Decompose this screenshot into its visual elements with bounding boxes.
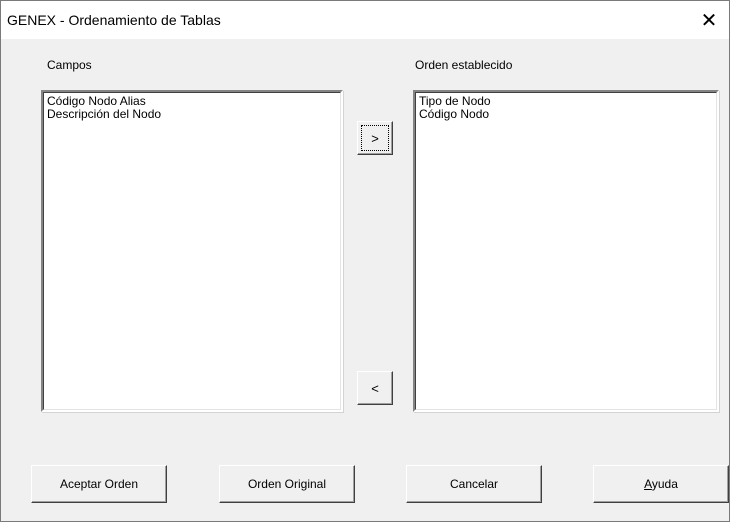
fields-label: Campos <box>47 58 92 72</box>
add-field-button[interactable]: > <box>357 121 393 155</box>
order-listbox[interactable]: Tipo de Nodo Código Nodo <box>413 90 719 412</box>
accept-order-button[interactable]: Aceptar Orden <box>31 465 167 503</box>
original-order-button[interactable]: Orden Original <box>219 465 355 503</box>
help-label-rest: yuda <box>651 477 678 491</box>
close-icon: ✕ <box>700 9 718 32</box>
order-label: Orden establecido <box>415 58 513 72</box>
window-title: GENEX - Ordenamiento de Tablas <box>7 12 221 28</box>
title-bar: GENEX - Ordenamiento de Tablas ✕ <box>1 1 729 39</box>
list-item[interactable]: Código Nodo <box>418 108 714 121</box>
remove-field-button[interactable]: < <box>357 371 393 405</box>
original-order-label: Orden Original <box>247 477 327 491</box>
help-button[interactable]: Ayuda <box>593 465 729 503</box>
accept-order-label: Aceptar Orden <box>59 477 139 491</box>
chevron-left-icon: < <box>371 380 379 396</box>
dialog-window: GENEX - Ordenamiento de Tablas ✕ Campos … <box>0 0 730 522</box>
fields-listbox[interactable]: Código Nodo Alias Descripción del Nodo <box>41 90 343 412</box>
cancel-label: Cancelar <box>449 477 499 491</box>
help-label: Ayuda <box>644 477 678 491</box>
list-item[interactable]: Descripción del Nodo <box>46 108 338 121</box>
focus-rectangle <box>361 125 389 151</box>
close-button[interactable]: ✕ <box>689 1 729 39</box>
help-mnemonic: A <box>644 477 652 491</box>
cancel-button[interactable]: Cancelar <box>406 465 542 503</box>
